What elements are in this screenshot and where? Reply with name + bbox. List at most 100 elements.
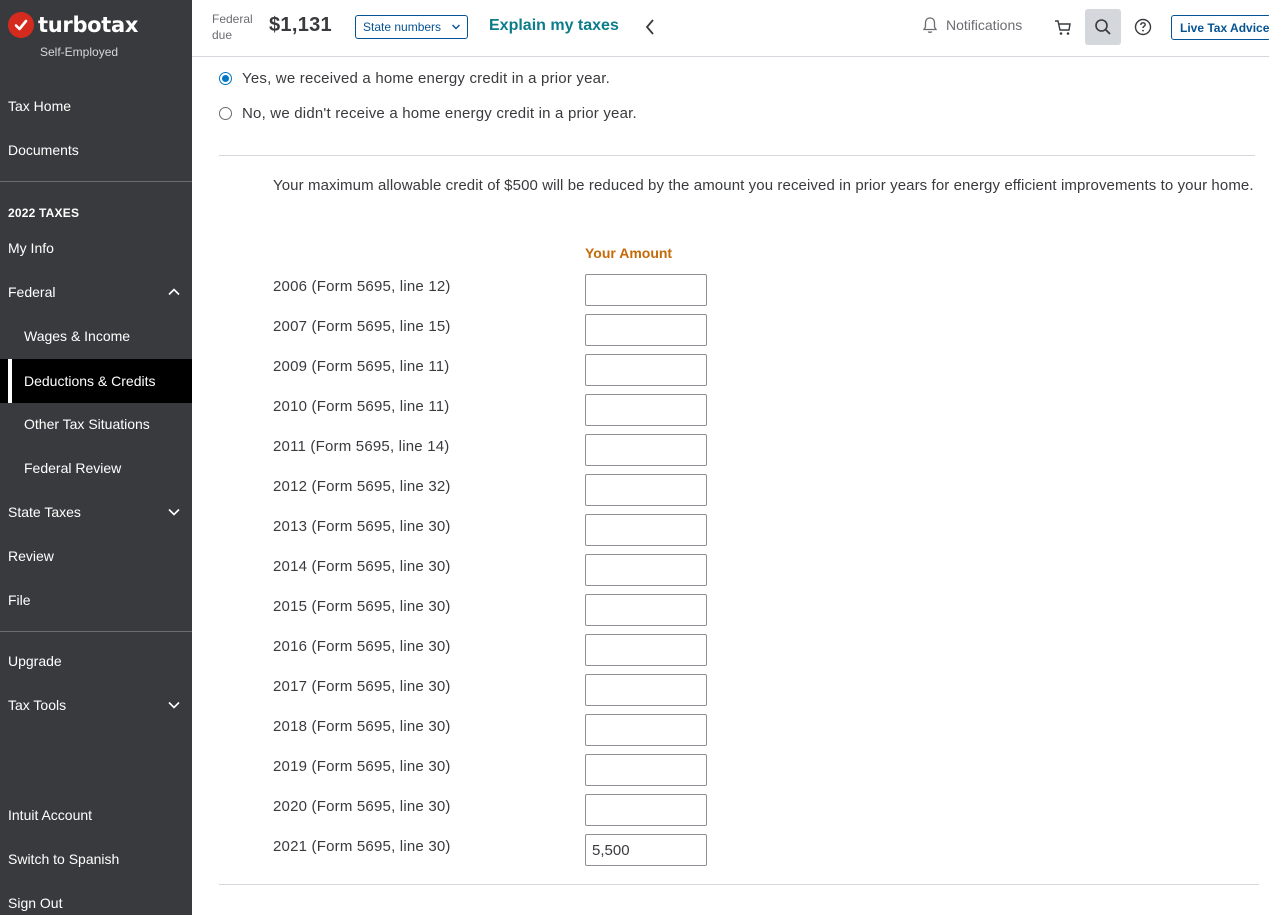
nav-label: Wages & Income <box>24 328 131 344</box>
row-label-2016: 2016 (Form 5695, line 30) <box>273 638 451 655</box>
nav-label: Review <box>8 548 54 564</box>
amount-input-2018[interactable] <box>585 714 707 746</box>
row-label-2010: 2010 (Form 5695, line 11) <box>273 398 450 415</box>
amount-input-2021[interactable] <box>585 834 707 866</box>
nav-divider <box>0 631 192 632</box>
federal-due-amount: $1,131 <box>269 14 332 36</box>
nav-label: State Taxes <box>8 504 81 520</box>
notifications-label: Notifications <box>946 17 1023 33</box>
brand-name: turbotax <box>38 13 139 37</box>
search-icon <box>1095 19 1111 35</box>
row-label-2012: 2012 (Form 5695, line 32) <box>273 478 451 495</box>
nav-label: Other Tax Situations <box>24 416 150 432</box>
your-amount-header: Your Amount <box>585 245 673 261</box>
active-indicator <box>8 359 12 403</box>
amount-input-2006[interactable] <box>585 274 707 306</box>
row-label-2006: 2006 (Form 5695, line 12) <box>273 278 451 295</box>
radio-button-selected[interactable] <box>219 72 232 85</box>
nav-label: Switch to Spanish <box>8 851 120 867</box>
row-label-2007: 2007 (Form 5695, line 15) <box>273 318 451 335</box>
nav-other-tax-situations[interactable]: Other Tax Situations <box>0 402 192 446</box>
amount-input-2013[interactable] <box>585 514 707 546</box>
chevron-down-icon <box>168 701 180 709</box>
federal-due-label: Federal due <box>212 11 253 43</box>
nav-label: Federal Review <box>24 460 122 476</box>
amount-input-2012[interactable] <box>585 474 707 506</box>
state-numbers-dropdown[interactable]: State numbers <box>355 15 468 39</box>
nav-label: Intuit Account <box>8 807 93 823</box>
nav-documents[interactable]: Documents <box>0 128 192 172</box>
row-label-2018: 2018 (Form 5695, line 30) <box>273 718 451 735</box>
nav-divider <box>0 181 192 182</box>
nav-label: Tax Tools <box>8 697 67 713</box>
turbotax-logo[interactable]: turbotax <box>8 12 138 38</box>
nav-intuit-account[interactable]: Intuit Account <box>0 793 192 837</box>
nav-review[interactable]: Review <box>0 534 192 578</box>
explain-my-taxes-link[interactable]: Explain my taxes <box>489 17 619 35</box>
amount-input-2017[interactable] <box>585 674 707 706</box>
nav-label: Upgrade <box>8 653 62 669</box>
nav-tax-home[interactable]: Tax Home <box>0 84 192 128</box>
federal-due-label-line2: due <box>212 28 233 42</box>
row-label-2020: 2020 (Form 5695, line 30) <box>273 798 451 815</box>
federal-due-label-line1: Federal <box>212 12 253 26</box>
nav-federal[interactable]: Federal <box>0 270 192 314</box>
nav-label: File <box>8 592 31 608</box>
help-icon[interactable] <box>1133 17 1153 37</box>
nav-wages-income[interactable]: Wages & Income <box>0 314 192 358</box>
edition-label: Self-Employed <box>40 45 119 59</box>
row-label-2019: 2019 (Form 5695, line 30) <box>273 758 451 775</box>
section-divider <box>219 884 1259 885</box>
nav-label: My Info <box>8 240 54 256</box>
credit-info-text: Your maximum allowable credit of $500 wi… <box>273 177 1254 194</box>
radio-button[interactable] <box>219 107 232 120</box>
nav-upgrade[interactable]: Upgrade <box>0 639 192 683</box>
amount-input-2007[interactable] <box>585 314 707 346</box>
nav-label: Deductions & Credits <box>24 373 156 389</box>
nav-my-info[interactable]: My Info <box>0 226 192 270</box>
nav-file[interactable]: File <box>0 578 192 622</box>
nav-deductions-credits[interactable]: Deductions & Credits <box>0 359 192 403</box>
row-label-2013: 2013 (Form 5695, line 30) <box>273 518 451 535</box>
nav-switch-to-spanish[interactable]: Switch to Spanish <box>0 837 192 881</box>
nav-tax-tools[interactable]: Tax Tools <box>0 683 192 727</box>
bell-icon <box>922 17 938 33</box>
section-heading-2022-taxes: 2022 TAXES <box>8 206 80 220</box>
amount-input-2009[interactable] <box>585 354 707 386</box>
amount-input-2011[interactable] <box>585 434 707 466</box>
checkmark-icon <box>8 12 34 38</box>
cart-icon[interactable] <box>1053 17 1073 37</box>
chevron-down-icon <box>168 508 180 516</box>
top-bar: Federal due $1,131 State numbers Explain… <box>192 0 1269 57</box>
chevron-down-icon <box>452 24 460 30</box>
radio-label-no: No, we didn't receive a home energy cred… <box>242 105 637 122</box>
search-button[interactable] <box>1085 9 1121 45</box>
amount-input-2019[interactable] <box>585 754 707 786</box>
row-label-2011: 2011 (Form 5695, line 14) <box>273 438 450 455</box>
radio-label-yes: Yes, we received a home energy credit in… <box>242 70 610 87</box>
radio-option-yes[interactable]: Yes, we received a home energy credit in… <box>219 70 610 87</box>
row-label-2017: 2017 (Form 5695, line 30) <box>273 678 451 695</box>
nav-sign-out[interactable]: Sign Out <box>0 881 192 915</box>
amount-input-2016[interactable] <box>585 634 707 666</box>
row-label-2021: 2021 (Form 5695, line 30) <box>273 838 451 855</box>
amount-input-2010[interactable] <box>585 394 707 426</box>
row-label-2009: 2009 (Form 5695, line 11) <box>273 358 450 375</box>
chevron-left-icon[interactable] <box>642 17 658 37</box>
notifications-button[interactable]: Notifications <box>922 16 1022 34</box>
live-tax-advice-button[interactable]: Live Tax Advice <box>1171 15 1269 40</box>
row-label-2014: 2014 (Form 5695, line 30) <box>273 558 451 575</box>
state-numbers-label: State numbers <box>363 20 442 34</box>
nav-federal-review[interactable]: Federal Review <box>0 446 192 490</box>
amount-input-2020[interactable] <box>585 794 707 826</box>
amount-input-2015[interactable] <box>585 594 707 626</box>
chevron-up-icon <box>168 288 180 296</box>
sidebar: turbotax Self-Employed Tax Home Document… <box>0 0 192 915</box>
amount-input-2014[interactable] <box>585 554 707 586</box>
nav-state-taxes[interactable]: State Taxes <box>0 490 192 534</box>
radio-option-no[interactable]: No, we didn't receive a home energy cred… <box>219 105 637 122</box>
nav-label: Sign Out <box>8 895 63 911</box>
section-divider <box>219 155 1255 156</box>
row-label-2015: 2015 (Form 5695, line 30) <box>273 598 451 615</box>
nav-label: Federal <box>8 284 56 300</box>
